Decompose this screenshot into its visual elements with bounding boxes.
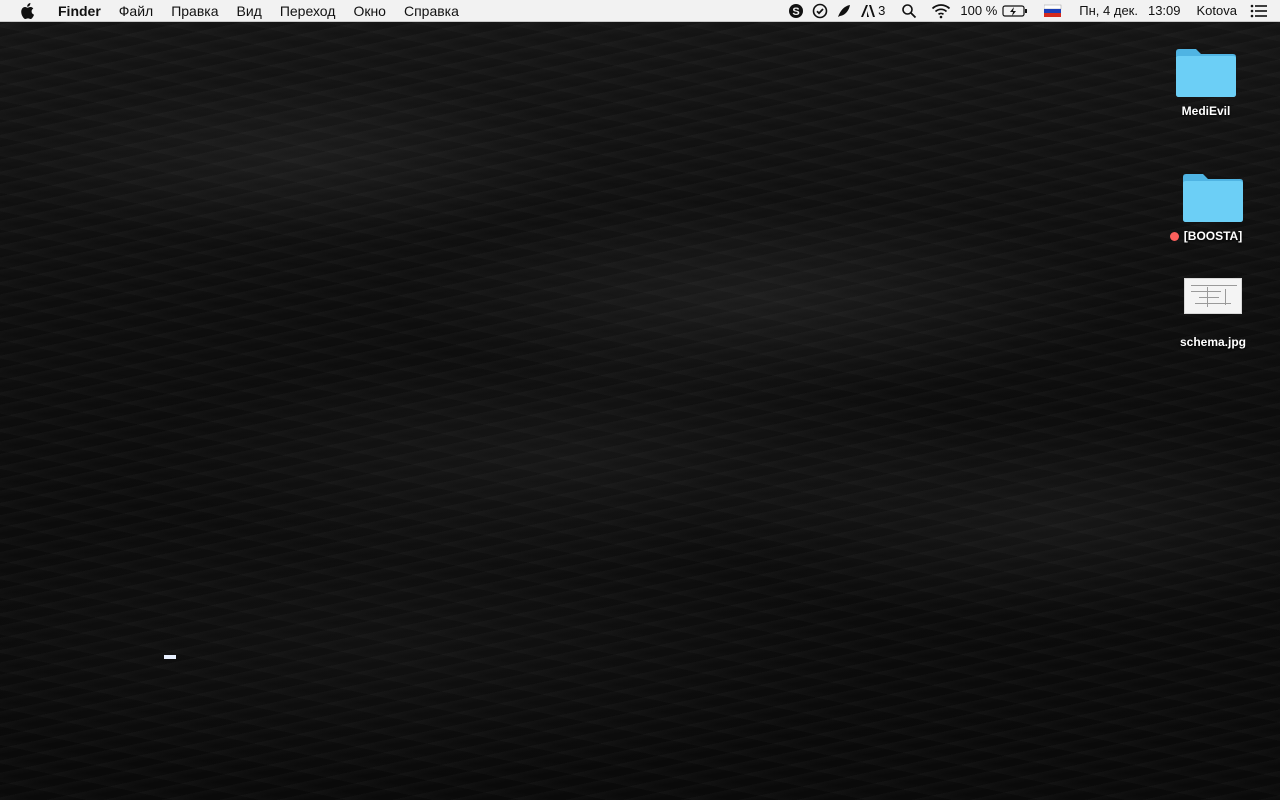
flag-ru-icon[interactable] xyxy=(1040,0,1066,22)
skype-icon[interactable]: S xyxy=(784,0,808,22)
battery-icon[interactable] xyxy=(1002,0,1032,22)
desktop-item-label: schema.jpg xyxy=(1179,335,1247,349)
desktop-item-label: [BOOSTA] xyxy=(1169,229,1242,243)
menu-app-finder[interactable]: Finder xyxy=(49,0,110,22)
adobe-icon[interactable]: 3 xyxy=(856,0,889,22)
user-name[interactable]: Kotova xyxy=(1192,0,1242,22)
date-text[interactable]: Пн, 4 дек. xyxy=(1074,0,1143,22)
apple-menu-icon[interactable] xyxy=(19,2,35,19)
wifi-icon[interactable] xyxy=(927,0,955,22)
desktop-item-label: MediEvil xyxy=(1181,104,1231,118)
menu-file[interactable]: Файл xyxy=(110,0,162,22)
menu-go[interactable]: Переход xyxy=(271,0,345,22)
spotlight-icon[interactable] xyxy=(897,0,921,22)
mouse-cursor xyxy=(164,655,176,659)
folder-icon xyxy=(1176,49,1236,97)
svg-text:S: S xyxy=(792,6,799,18)
image-thumbnail-icon xyxy=(1184,278,1242,314)
adobe-count: 3 xyxy=(878,3,886,18)
menu-edit[interactable]: Правка xyxy=(162,0,227,22)
desktop-item-medievil[interactable]: MediEvil xyxy=(1156,44,1256,118)
desktop-item-schema-jpg[interactable]: schema.jpg xyxy=(1163,278,1263,349)
check-circle-icon[interactable] xyxy=(808,0,832,22)
feather-icon[interactable] xyxy=(832,0,856,22)
menu-view[interactable]: Вид xyxy=(228,0,271,22)
desktop-item-boosta[interactable]: [BOOSTA] xyxy=(1163,169,1263,243)
menu-window[interactable]: Окно xyxy=(344,0,395,22)
notification-list-icon[interactable] xyxy=(1246,0,1272,22)
folder-icon xyxy=(1183,174,1243,222)
battery-percent[interactable]: 100 % xyxy=(955,0,1002,22)
red-tag-icon xyxy=(1169,231,1179,241)
menu-bar: Finder Файл Правка Вид Переход Окно Спра… xyxy=(0,0,1280,22)
time-text[interactable]: 13:09 xyxy=(1143,0,1186,22)
desktop[interactable]: Finder Файл Правка Вид Переход Окно Спра… xyxy=(0,0,1280,800)
menu-help[interactable]: Справка xyxy=(395,0,468,22)
